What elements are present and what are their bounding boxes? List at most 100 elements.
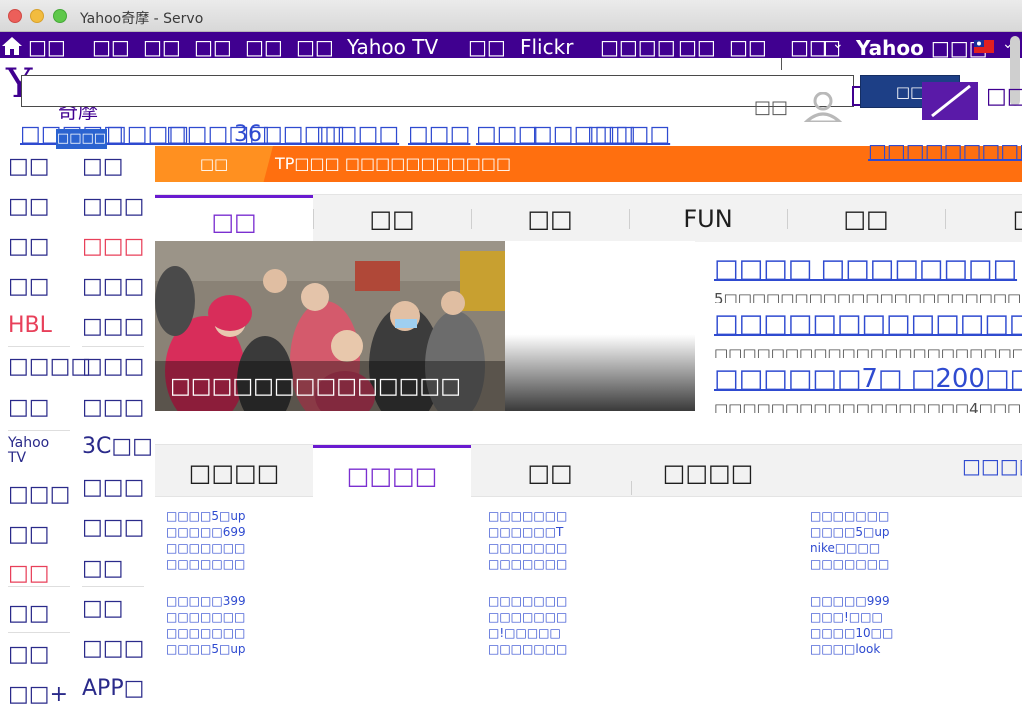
product-link[interactable]: □□□□□□□: [810, 557, 889, 572]
product-link[interactable]: □□□□□□□: [488, 541, 567, 556]
left-nav-item[interactable]: □□+: [8, 682, 68, 708]
headline-title[interactable]: □□□□□□7□ □200□□□□: [714, 364, 1022, 394]
shopping-tab[interactable]: □□□□: [155, 445, 313, 497]
product-link[interactable]: □□□□□□□: [810, 509, 889, 524]
trending-link[interactable]: □□□□: [316, 123, 399, 147]
product-link[interactable]: □□□□□□□: [166, 610, 245, 625]
maximize-window-button[interactable]: [53, 9, 67, 23]
top-nav-item[interactable]: □□: [194, 37, 232, 57]
left-nav-item[interactable]: □□: [82, 556, 124, 582]
product-link[interactable]: □□□□□□□: [488, 557, 567, 572]
sign-in-link[interactable]: □□: [754, 99, 788, 117]
trending-link[interactable]: □□□: [408, 123, 470, 147]
left-nav-item[interactable]: □□: [8, 522, 50, 548]
top-nav-item[interactable]: □: [822, 37, 841, 57]
left-nav-item[interactable]: □□: [8, 561, 50, 587]
shopping-tab[interactable]: □□: [471, 445, 629, 497]
mail-link[interactable]: □□: [986, 86, 1022, 108]
left-nav-item[interactable]: 3C□□: [82, 434, 153, 460]
top-nav-item[interactable]: □□: [729, 37, 767, 57]
product-link[interactable]: □□□□5□up: [810, 525, 890, 540]
top-nav-item[interactable]: □□: [143, 37, 181, 57]
close-window-button[interactable]: [8, 9, 22, 23]
product-link[interactable]: □□□□10□□: [810, 626, 893, 641]
top-nav-item[interactable]: □□: [28, 37, 66, 57]
tab-separator: [945, 209, 946, 229]
left-nav-item[interactable]: HBL: [8, 313, 52, 339]
trending-link[interactable]: □□□: [476, 123, 538, 147]
shopping-more-link[interactable]: □□□□8: [962, 455, 1022, 477]
top-nav-item[interactable]: □□: [245, 37, 283, 57]
product-link[interactable]: □□□□□999: [810, 594, 890, 609]
news-tab[interactable]: □: [945, 195, 1022, 242]
product-link[interactable]: □□□!□□□: [810, 610, 883, 625]
left-nav-item[interactable]: □□□: [8, 482, 70, 508]
product-link[interactable]: □□□□□□□: [488, 594, 567, 609]
news-tab[interactable]: □□: [155, 195, 313, 242]
user-icon[interactable]: [803, 92, 843, 122]
product-link[interactable]: □□□□□□T: [488, 525, 563, 540]
top-nav-item[interactable]: Yahoo TV: [347, 37, 438, 57]
left-nav-item[interactable]: Yahoo TV: [8, 436, 64, 466]
shopping-tab[interactable]: □□□□: [629, 445, 787, 497]
taiwan-flag-icon[interactable]: [974, 40, 994, 53]
left-nav-item[interactable]: □□: [8, 154, 50, 180]
tab-separator: [787, 209, 788, 229]
top-nav-item[interactable]: □□: [678, 37, 716, 57]
left-nav-item[interactable]: □□: [82, 154, 124, 180]
news-tab[interactable]: FUN: [629, 195, 787, 242]
shopping-tab[interactable]: □□□□: [313, 445, 471, 497]
left-nav-item[interactable]: □□: [8, 274, 50, 300]
product-link[interactable]: □□□□□□□: [166, 541, 245, 556]
left-nav-item[interactable]: □□□: [82, 515, 144, 541]
product-link[interactable]: □□□□□□□: [166, 557, 245, 572]
left-nav-item[interactable]: □□□: [82, 636, 144, 662]
left-nav-item[interactable]: □□: [8, 642, 50, 668]
top-nav-item[interactable]: □□□□: [600, 37, 676, 57]
search-input[interactable]: [21, 75, 854, 107]
mail-icon[interactable]: [922, 82, 978, 120]
news-tab[interactable]: □□: [471, 195, 629, 242]
home-icon[interactable]: [0, 36, 24, 56]
headline-title[interactable]: □□□□□□□□□□□□□□: [714, 309, 1022, 339]
product-link[interactable]: □□□□□□□: [488, 642, 567, 657]
trending-link[interactable]: □□□□: [587, 123, 670, 147]
left-nav-item[interactable]: □□□: [82, 274, 144, 300]
top-nav-item[interactable]: □□: [468, 37, 506, 57]
top-nav-item[interactable]: Flickr: [520, 37, 573, 57]
product-link[interactable]: □!□□□□□: [488, 626, 561, 641]
yahoo-region-brand[interactable]: Yahoo □□□: [856, 38, 988, 58]
top-nav-item[interactable]: □□: [296, 37, 334, 57]
headline-title[interactable]: □□□□ □□□□□□□□: [714, 254, 1017, 284]
minimize-window-button[interactable]: [30, 9, 44, 23]
product-link[interactable]: □□□□5□up: [166, 642, 246, 657]
left-nav-item[interactable]: □□□: [82, 234, 144, 260]
product-link[interactable]: nike□□□□: [810, 541, 880, 556]
left-nav-item[interactable]: □□□: [82, 314, 144, 340]
product-link[interactable]: □□□□□□□: [166, 626, 245, 641]
product-link[interactable]: □□□□□□□: [488, 610, 567, 625]
product-link[interactable]: □□□□look: [810, 642, 880, 657]
news-tab[interactable]: □□: [787, 195, 945, 242]
left-nav-item[interactable]: □□: [8, 234, 50, 260]
top-nav-item[interactable]: □□: [92, 37, 130, 57]
left-nav-item[interactable]: □□: [8, 601, 50, 627]
left-nav-item[interactable]: APP□: [82, 676, 144, 702]
news-tab[interactable]: □□: [313, 195, 471, 242]
left-nav-item[interactable]: □□: [8, 395, 50, 421]
left-nav-item[interactable]: □□: [8, 194, 50, 220]
left-nav-item[interactable]: □□□: [82, 475, 144, 501]
product-link[interactable]: □□□□□699: [166, 525, 246, 540]
left-nav-item[interactable]: □□: [82, 596, 124, 622]
banner-right-link[interactable]: □□□□□□□□□□□□: [868, 138, 1022, 164]
left-nav-item[interactable]: □□□: [82, 194, 144, 220]
left-nav-item[interactable]: □□□: [82, 354, 144, 380]
banner-headline[interactable]: TP□□□ □□□□□□□□□□□: [275, 154, 511, 174]
left-nav-item[interactable]: □□□: [82, 395, 144, 421]
hero-caption[interactable]: □□□□□□□□□□□□□□: [170, 375, 461, 399]
headline-summary: □□□□□□□□□□□□□□□□□□□□□□□□□□□□□□: [714, 346, 1022, 358]
product-link[interactable]: □□□□5□up: [166, 509, 246, 524]
product-link[interactable]: □□□□□399: [166, 594, 246, 609]
product-link[interactable]: □□□□□□□: [488, 509, 567, 524]
left-nav-item[interactable]: □□□□: [8, 354, 91, 380]
